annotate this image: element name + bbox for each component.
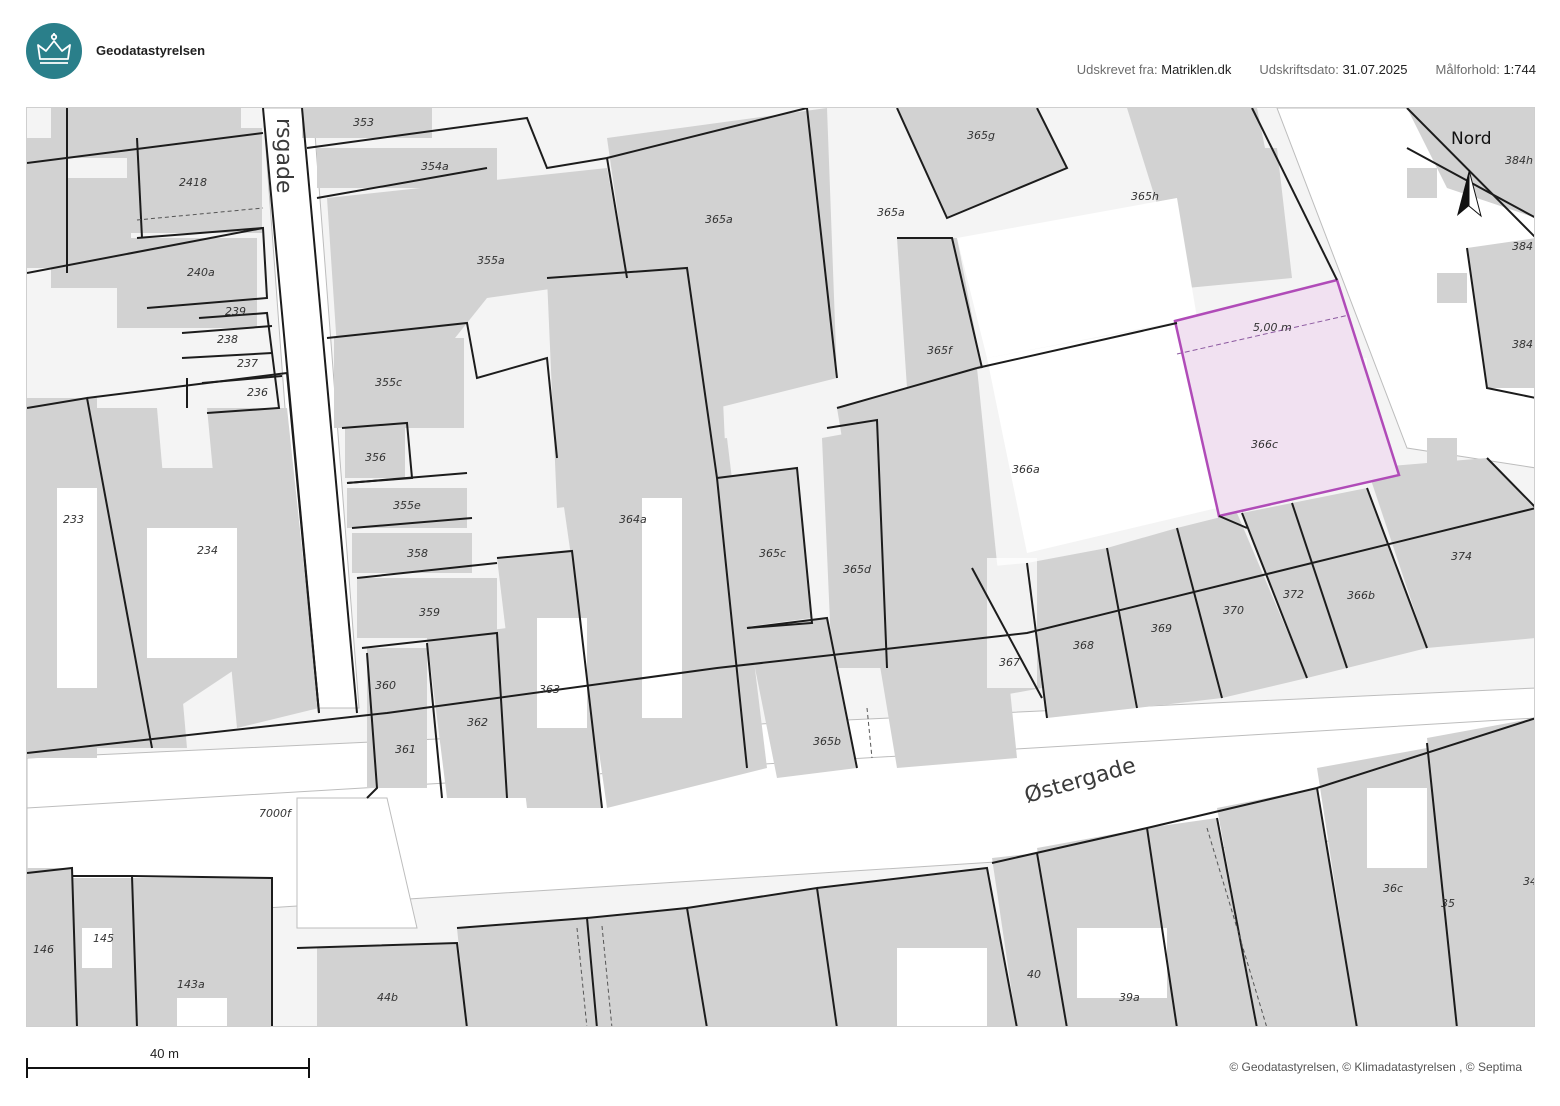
parcel-label: 146 (33, 943, 54, 956)
parcel-label: 365a (705, 213, 733, 226)
parcel-label: 40 (1027, 968, 1041, 981)
parcel-label: 372 (1283, 588, 1304, 601)
parcel-label: 384h (1505, 154, 1533, 167)
parcel-label: 355c (375, 376, 402, 389)
print-info: Udskrevet fra: Matriklen.dk Udskriftsdat… (1077, 62, 1536, 77)
crown-logo-icon (26, 23, 82, 79)
parcel-label: 354a (421, 160, 449, 173)
org-name: Geodatastyrelsen (96, 43, 206, 58)
parcel-label: 355a (477, 254, 505, 267)
parcel-label: 36c (1383, 882, 1403, 895)
parcel-label: 34 (1523, 875, 1535, 888)
parcel-label: 236 (247, 386, 268, 399)
parcel-label: 363 (539, 683, 560, 696)
parcel-label: 368 (1073, 639, 1094, 652)
parcel-label: 366a (1012, 463, 1040, 476)
parcel-label: 364a (619, 513, 647, 526)
parcel-label: 365b (813, 735, 841, 748)
measure-label: 5,00 m (1253, 321, 1292, 334)
parcel-label: 39a (1119, 991, 1140, 1004)
parcel-label: 365a (877, 206, 905, 219)
parcel-label: 239 (225, 305, 246, 318)
parcel-label: 240a (187, 266, 215, 279)
parcel-label: 365c (759, 547, 786, 560)
parcel-label: 44b (377, 991, 398, 1004)
parcel-label: 374 (1451, 550, 1472, 563)
scale-info: Målforhold: 1:744 (1435, 62, 1536, 77)
parcel-label: 234 (197, 544, 218, 557)
parcel-label: 35 (1441, 897, 1455, 910)
parcel-label: 237 (237, 357, 258, 370)
parcel-label: 369 (1151, 622, 1172, 635)
parcel-label: 353 (353, 116, 374, 129)
parcel-label: 355e (393, 499, 421, 512)
parcel-label: 238 (217, 333, 238, 346)
north-label: Nord (1451, 129, 1492, 149)
parcel-label: 384 (1512, 240, 1533, 253)
cadastral-map[interactable]: 5,00 m 353 354a 2418 240a 239 238 237 23… (26, 107, 1535, 1027)
parcel-label: 370 (1223, 604, 1244, 617)
parcel-label: 366b (1347, 589, 1375, 602)
map-canvas[interactable]: 5,00 m 353 354a 2418 240a 239 238 237 23… (27, 108, 1535, 1027)
parcel-label: 358 (407, 547, 428, 560)
parcel-label: 143a (177, 978, 205, 991)
parcel-label: 233 (63, 513, 84, 526)
parcel-label-highlight: 366c (1251, 438, 1278, 451)
parcel-label: 359 (419, 606, 440, 619)
parcel-label: 365g (967, 129, 995, 142)
parcel-label: 361 (395, 743, 416, 756)
parcel-label: 365d (843, 563, 872, 576)
source-info: Udskrevet fra: Matriklen.dk (1076, 62, 1232, 77)
parcel-label: 384 (1512, 338, 1533, 351)
parcel-label: 360 (375, 679, 396, 692)
date-info: Udskriftsdato: 31.07.2025 (1259, 62, 1408, 77)
copyright-text: © Geodatastyrelsen, © Klimadatastyrelsen… (1229, 1060, 1522, 1074)
parcel-label: 7000f (259, 807, 293, 820)
parcel-label: 145 (93, 932, 114, 945)
parcel-label: 365f (927, 344, 954, 357)
parcel-label: 365h (1131, 190, 1159, 203)
parcel-label: 2418 (179, 176, 207, 189)
parcel-label: 362 (467, 716, 488, 729)
parcel-label: 367 (999, 656, 1020, 669)
parcel-label: 356 (365, 451, 386, 464)
street-name-side: rsgade (271, 118, 296, 193)
scalebar (26, 1058, 310, 1078)
